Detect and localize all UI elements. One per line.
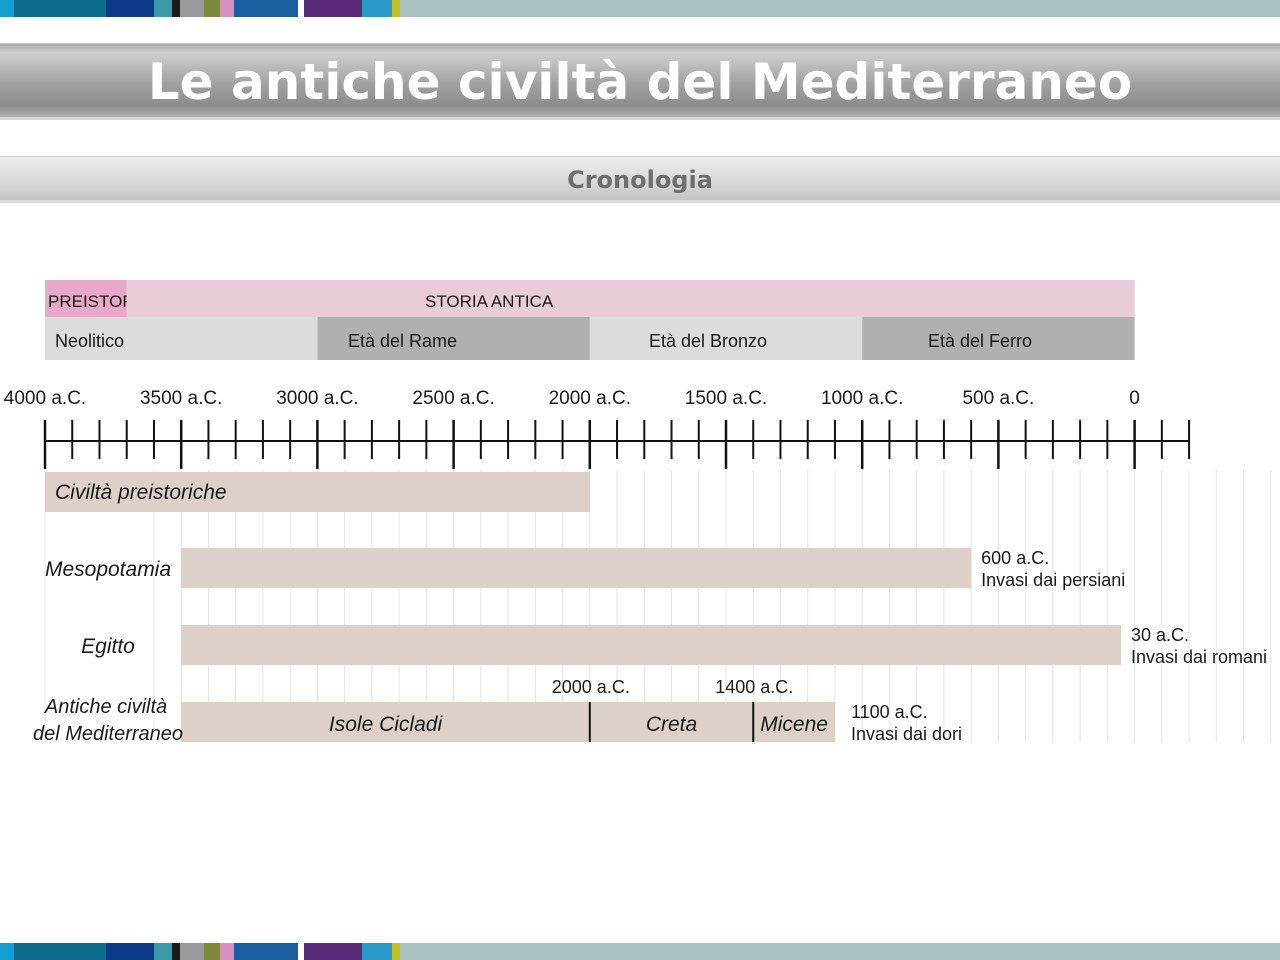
end-note-text: Invasi dai romani (1131, 647, 1267, 667)
stripe-segment (400, 943, 1280, 960)
row-bar (181, 548, 972, 588)
age-label: Età del Rame (348, 331, 457, 351)
row-label: Civiltà preistoriche (55, 481, 227, 504)
axis-tick-label: 4000 a.C. (4, 388, 86, 409)
axis-tick-label: 1000 a.C. (821, 388, 903, 409)
stripe-segment (14, 943, 106, 960)
period-label-storia-antica: STORIA ANTICA (425, 292, 554, 311)
divider-label: 1400 a.C. (715, 677, 793, 697)
stripe-segment (0, 943, 14, 960)
axis-tick-label: 2500 a.C. (412, 388, 494, 409)
axis-tick-label: 500 a.C. (962, 388, 1034, 409)
stripe-segment (180, 943, 204, 960)
stripe-segment (106, 943, 154, 960)
period-band (126, 280, 1135, 317)
stripe-segment (204, 943, 220, 960)
age-label: Età del Ferro (928, 331, 1032, 351)
stripe-segment (304, 943, 362, 960)
segment-label: Creta (646, 713, 697, 736)
end-note-date: 30 a.C. (1131, 625, 1189, 645)
stripe-segment (220, 943, 234, 960)
row-label: del Mediterraneo (33, 723, 183, 745)
timeline-chart: PREISTORIA STORIA ANTICANeolitico Età del … (4, 280, 1272, 745)
divider-label: 2000 a.C. (552, 677, 630, 697)
axis-tick-label: 3500 a.C. (140, 388, 222, 409)
row-label: Mesopotamia (45, 558, 171, 581)
axis-tick-label: 3000 a.C. (276, 388, 358, 409)
stripe-segment (172, 943, 180, 960)
stripe-segment (362, 943, 392, 960)
row-label: Egitto (81, 635, 135, 658)
age-label: Neolitico (55, 331, 124, 351)
segment-label: Micene (760, 713, 828, 736)
row-label: Antiche civiltà (44, 696, 167, 718)
end-note-date: 600 a.C. (981, 548, 1049, 568)
axis-tick-label: 1500 a.C. (685, 388, 767, 409)
end-note-date: 1100 a.C. (851, 702, 928, 722)
end-note-text: Invasi dai dori (851, 724, 962, 744)
stripe-segment (234, 943, 298, 960)
stripe-segment (392, 943, 400, 960)
row-bar (181, 625, 1121, 665)
end-note-text: Invasi dai persiani (981, 570, 1125, 590)
bottom-decor-stripe (0, 943, 1280, 960)
segment-label: Isole Cicladi (329, 713, 444, 736)
axis-tick-label: 2000 a.C. (549, 388, 631, 409)
stripe-segment (154, 943, 172, 960)
age-label: Età del Bronzo (649, 331, 767, 351)
axis-tick-label: 0 (1129, 388, 1140, 409)
